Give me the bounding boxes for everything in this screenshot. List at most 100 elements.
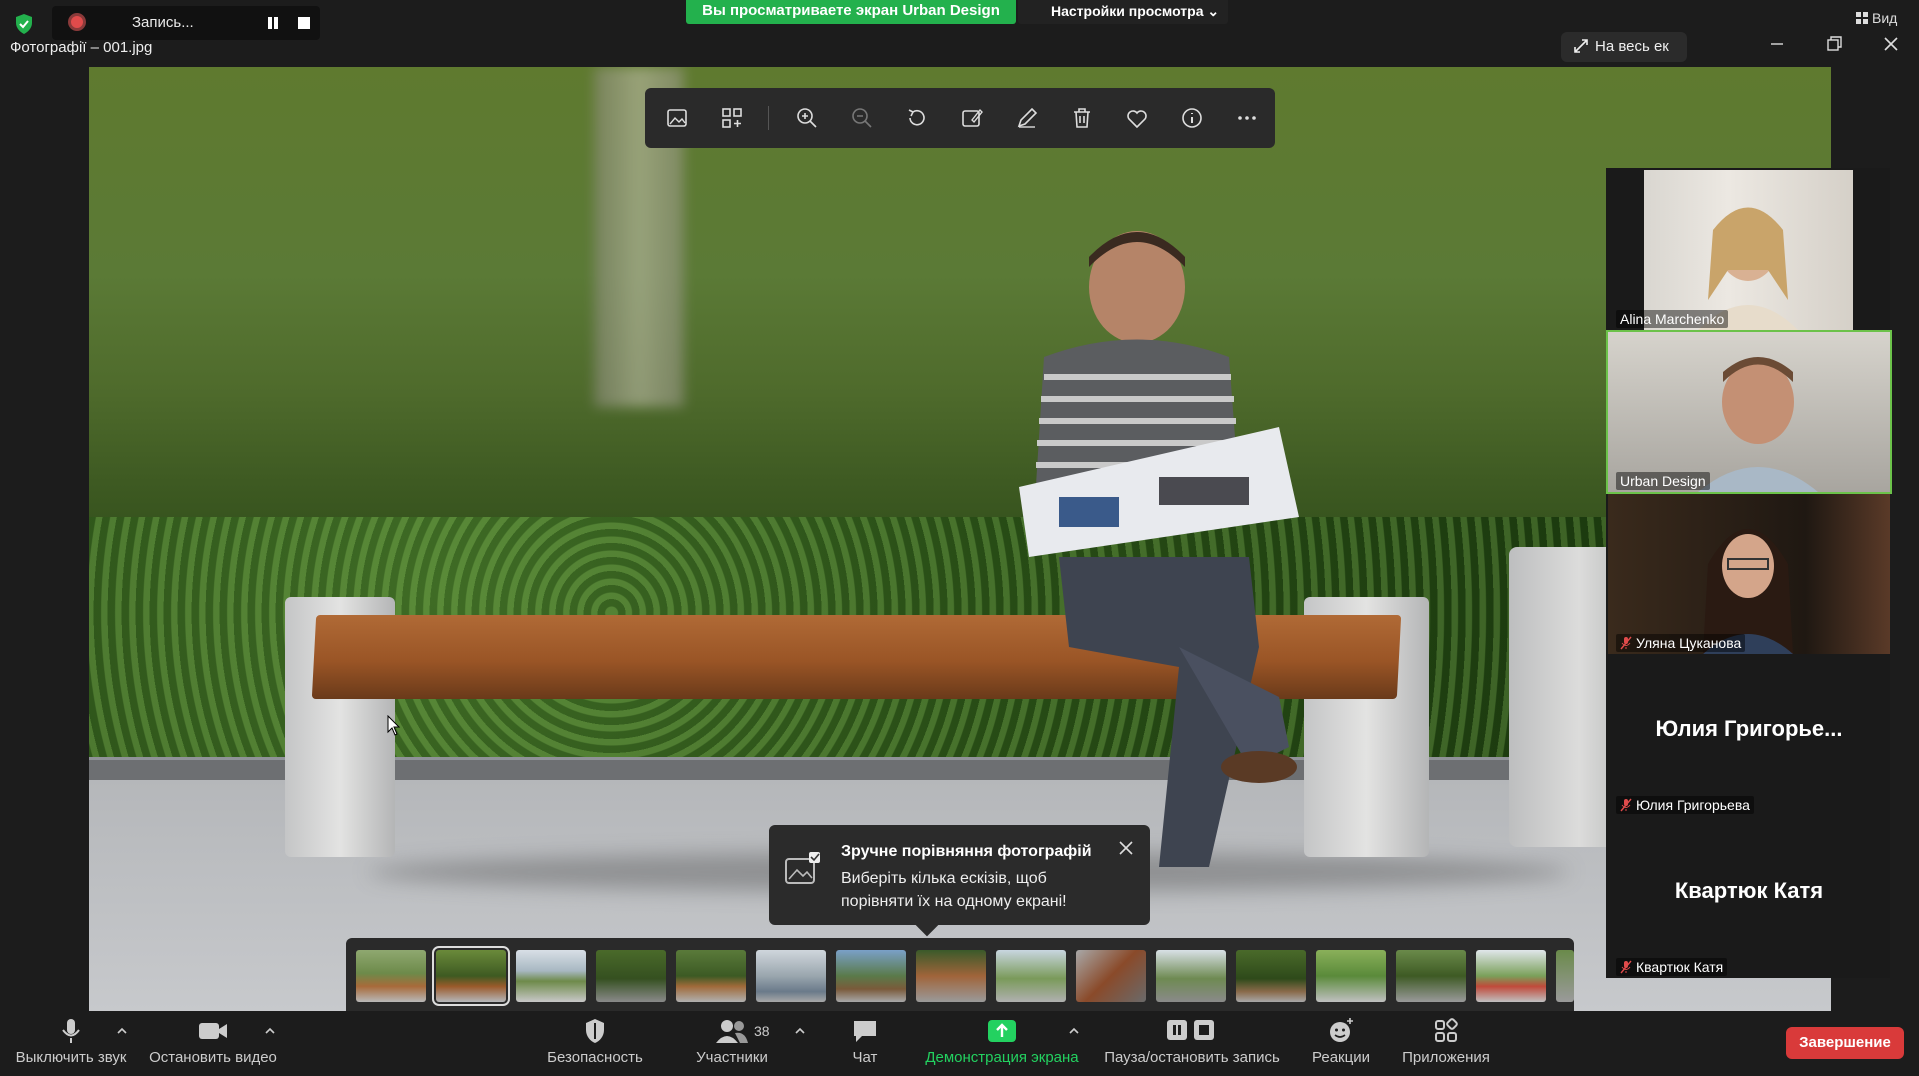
apps-button[interactable]: Приложения xyxy=(1394,1017,1498,1066)
end-meeting-button[interactable]: Завершение xyxy=(1786,1027,1904,1059)
chevron-up-icon[interactable] xyxy=(1068,1025,1080,1037)
encryption-shield-icon[interactable] xyxy=(12,12,36,36)
photo-thumbnail[interactable] xyxy=(1236,950,1306,1002)
person-reading-image xyxy=(1019,231,1299,867)
compare-photos-tip: Зручне порівняння фотографій Виберіть кі… xyxy=(769,825,1150,937)
share-screen-label: Демонстрация экрана xyxy=(925,1049,1079,1066)
participant-display-name: Квартюк Катя xyxy=(1674,878,1824,903)
photo-thumbnail[interactable] xyxy=(1076,950,1146,1002)
photo-thumbnail-partial[interactable] xyxy=(1556,950,1574,1002)
view-button[interactable]: Вид xyxy=(1855,10,1897,26)
edit-image-icon[interactable] xyxy=(960,106,984,130)
zoom-in-icon[interactable] xyxy=(795,106,819,130)
recording-indicator: Запись... xyxy=(52,6,320,40)
draw-icon[interactable] xyxy=(1015,106,1039,130)
more-icon[interactable] xyxy=(1235,106,1259,130)
recording-dot-icon xyxy=(68,13,86,31)
photo-viewer-toolbar xyxy=(645,88,1275,148)
photo-thumbnail[interactable] xyxy=(1476,950,1546,1002)
view-settings-dropdown[interactable]: Настройки просмотра ⌄ xyxy=(1018,0,1228,24)
delete-icon[interactable] xyxy=(1070,106,1094,130)
photo-thumbnail[interactable] xyxy=(1316,950,1386,1002)
chevron-up-icon[interactable] xyxy=(794,1025,806,1037)
chevron-up-icon[interactable] xyxy=(116,1025,128,1037)
tip-title: Зручне порівняння фотографій xyxy=(841,843,1092,860)
expand-icon xyxy=(1574,39,1588,53)
close-icon[interactable] xyxy=(1117,839,1135,857)
photo-thumbnail[interactable] xyxy=(596,950,666,1002)
photo-thumbnail[interactable] xyxy=(756,950,826,1002)
apps-label: Приложения xyxy=(1402,1049,1490,1066)
participant-name-text: Квартюк Катя xyxy=(1636,959,1724,975)
photo-thumbnail[interactable] xyxy=(432,946,510,1006)
restore-icon[interactable] xyxy=(1824,34,1844,54)
chevron-up-icon[interactable] xyxy=(264,1025,276,1037)
pause-stop-recording-button[interactable]: Пауза/остановить запись xyxy=(1100,1017,1284,1066)
participant-name-muted: Уляна Цуканова xyxy=(1616,634,1746,652)
participant-name-muted: Юлия Григорьева xyxy=(1616,796,1754,814)
close-icon[interactable] xyxy=(1881,34,1901,54)
photo-thumbnail[interactable] xyxy=(996,950,1066,1002)
top-bar: Запись... Фотографії – 001.jpg Вы просма… xyxy=(0,0,1919,66)
favorite-icon[interactable] xyxy=(1125,106,1149,130)
compare-photos-icon xyxy=(785,852,820,884)
chat-button[interactable]: Чат xyxy=(838,1017,892,1066)
share-screen-button[interactable]: Демонстрация экрана xyxy=(922,1017,1082,1066)
participant-tile-active-speaker[interactable]: Urban Design xyxy=(1606,330,1892,494)
pause-recording-icon[interactable] xyxy=(265,15,281,31)
video-label: Остановить видео xyxy=(149,1049,277,1066)
rotate-icon[interactable] xyxy=(905,106,929,130)
stop-recording-icon[interactable] xyxy=(298,17,310,29)
meeting-controls-bar: Выключить звук Остановить видео Безопасн… xyxy=(0,1011,1919,1076)
photo-thumbnail[interactable] xyxy=(1156,950,1226,1002)
info-icon[interactable] xyxy=(1180,106,1204,130)
minimize-icon[interactable] xyxy=(1767,34,1787,54)
emoji-reaction-icon xyxy=(1330,1018,1353,1042)
view-button-label: Вид xyxy=(1872,10,1898,26)
zoom-out-icon[interactable] xyxy=(850,106,874,130)
participant-name: Alina Marchenko xyxy=(1616,310,1729,328)
pause-stop-icon xyxy=(1167,1020,1214,1040)
reactions-button[interactable]: Реакции xyxy=(1304,1017,1378,1066)
muted-mic-icon xyxy=(1620,960,1632,974)
stop-video-button[interactable]: Остановить видео xyxy=(148,1017,278,1066)
view-settings-label: Настройки просмотра xyxy=(1051,3,1204,19)
chat-bubble-icon xyxy=(854,1021,876,1042)
pause-stop-label: Пауза/остановить запись xyxy=(1104,1049,1280,1066)
photo-thumbnail[interactable] xyxy=(676,950,746,1002)
participants-label: Участники xyxy=(696,1049,768,1066)
participant-video-panel: Alina Marchenko Urban Design Уляна Цукан… xyxy=(1606,168,1892,978)
security-button[interactable]: Безопасность xyxy=(540,1017,650,1066)
chat-label: Чат xyxy=(852,1049,878,1066)
participant-tile[interactable]: Юлия Григорье... Юлия Григорьева xyxy=(1608,656,1890,816)
mute-label: Выключить звук xyxy=(15,1049,127,1066)
muted-mic-icon xyxy=(1620,798,1632,812)
participant-display-name: Юлия Григорье... xyxy=(1655,716,1843,741)
collection-icon[interactable] xyxy=(720,106,744,130)
photo-thumbnail[interactable] xyxy=(1396,950,1466,1002)
recording-label: Запись... xyxy=(132,14,194,31)
fullscreen-label: На весь ек xyxy=(1595,38,1669,55)
participant-tile[interactable]: Alina Marchenko xyxy=(1608,170,1890,330)
grid-view-icon xyxy=(1856,12,1868,24)
file-title: Фотографії – 001.jpg xyxy=(10,39,153,56)
photo-thumbnail[interactable] xyxy=(836,950,906,1002)
share-screen-icon xyxy=(988,1020,1016,1042)
participant-tile[interactable]: Уляна Цуканова xyxy=(1608,494,1890,654)
participant-name-text: Уляна Цуканова xyxy=(1636,635,1742,651)
participant-tile[interactable]: Квартюк Катя Квартюк Катя xyxy=(1608,818,1890,978)
photo-thumbnail[interactable] xyxy=(516,950,586,1002)
participants-count: 38 xyxy=(754,1023,770,1039)
photo-thumbnail[interactable] xyxy=(356,950,426,1002)
participant-name-text: Юлия Григорьева xyxy=(1636,797,1750,813)
share-banner: Вы просматриваете экран Urban Design xyxy=(686,0,1016,24)
participants-icon xyxy=(716,1020,748,1043)
fullscreen-button[interactable]: На весь ек xyxy=(1561,32,1687,62)
image-icon[interactable] xyxy=(665,106,689,130)
tip-body: Виберіть кілька ескізів, щоб порівняти ї… xyxy=(841,870,1067,910)
zoom-meeting-window: Запись... Фотографії – 001.jpg Вы просма… xyxy=(0,0,1919,1076)
security-label: Безопасность xyxy=(547,1049,643,1066)
mute-button[interactable]: Выключить звук xyxy=(12,1017,130,1066)
photo-thumbnail[interactable] xyxy=(916,950,986,1002)
mouse-cursor-icon xyxy=(387,715,401,736)
